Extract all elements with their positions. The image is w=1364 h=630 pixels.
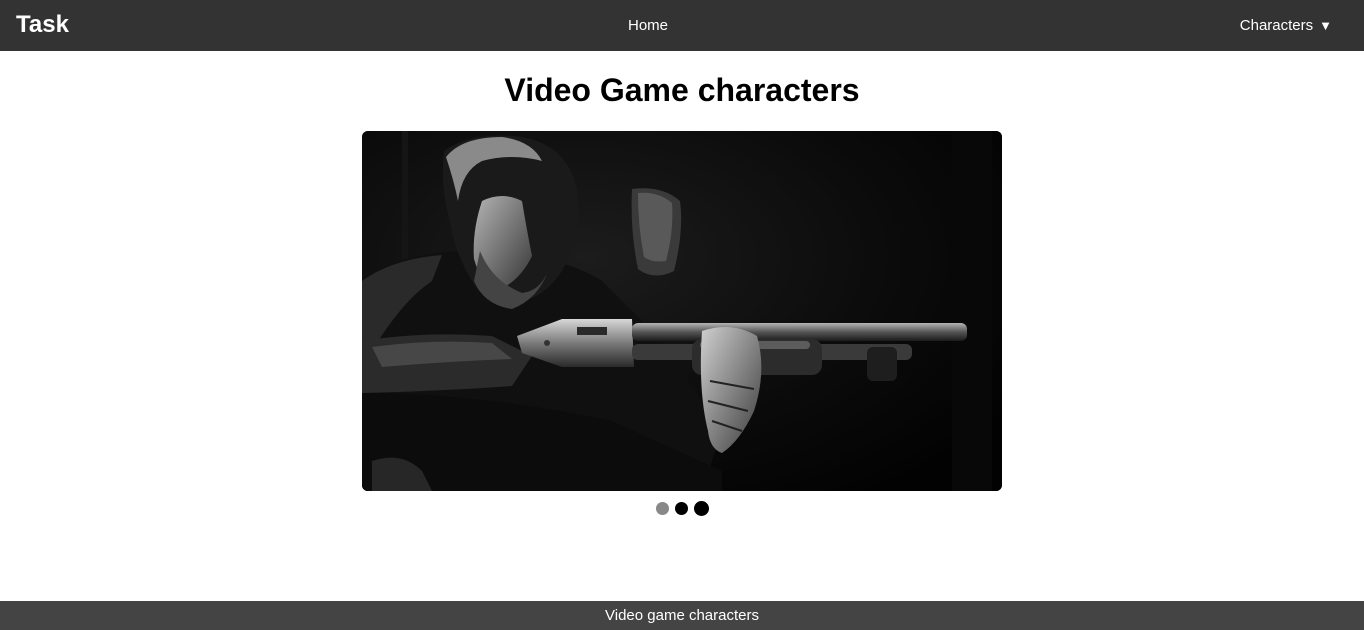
carousel-indicators xyxy=(0,501,1364,517)
page-footer: Video game characters xyxy=(0,601,1364,630)
top-navbar: Task Home Characters ▼ xyxy=(0,0,1364,51)
image-carousel[interactable] xyxy=(362,131,1002,491)
carousel-dot-1[interactable] xyxy=(655,502,669,515)
carousel-dot-2[interactable] xyxy=(674,502,688,515)
nav-link-home[interactable]: Home xyxy=(628,17,668,35)
carousel-slide-image xyxy=(362,131,1002,491)
characters-dropdown-label: Characters xyxy=(1239,17,1314,34)
characters-dropdown[interactable]: Characters ▼ xyxy=(1240,17,1332,35)
brand-logo[interactable]: Task xyxy=(16,11,69,39)
page-title: Video Game characters xyxy=(504,72,860,108)
footer-text: Video game characters xyxy=(605,607,759,624)
page: Task Home Characters ▼ Video Game charact… xyxy=(0,0,1364,630)
carousel-dot-3[interactable] xyxy=(693,501,709,516)
caret-down-icon: ▼ xyxy=(1319,18,1332,33)
